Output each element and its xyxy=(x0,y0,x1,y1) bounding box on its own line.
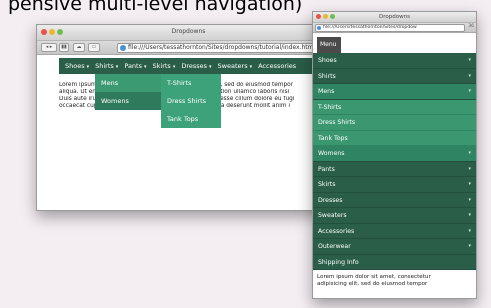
mobile-menu-item-pants[interactable]: Pants ▾ xyxy=(313,162,476,177)
mobile-address-bar-text: file:///Users/tessathornton/Sites/dropdo… xyxy=(323,25,417,30)
mobile-menu-item-label: Shoes xyxy=(318,57,337,64)
nav-item-label: Shirts xyxy=(95,62,114,70)
mobile-menu-bar: Menu xyxy=(313,33,476,53)
mobile-address-bar[interactable]: file:///Users/tessathornton/Sites/dropdo… xyxy=(315,24,465,32)
chevron-down-icon: ▾ xyxy=(468,88,471,94)
share-icon[interactable]: ▭ xyxy=(88,43,100,52)
mobile-window-title: Dropdowns xyxy=(379,14,410,20)
nav-item-label: Pants xyxy=(124,62,142,70)
mobile-menu-item-label: Mens xyxy=(318,88,335,95)
dropdown-item-mens[interactable]: Mens xyxy=(95,74,161,92)
address-bar[interactable]: file:///Users/tessathornton/Sites/dropdo… xyxy=(117,43,335,53)
cloud-icon[interactable]: ☁ xyxy=(73,43,85,52)
dropdown-level-1: Mens Womens xyxy=(95,74,161,110)
desktop-toolbar: ◂ ▸ ▮▮ ☁ ▭ file:///Users/tessathornton/S… xyxy=(37,41,340,55)
mobile-menu-item-skirts[interactable]: Skirts ▾ xyxy=(313,177,476,193)
chevron-down-icon: ▾ xyxy=(468,165,471,172)
nav-item-accessories[interactable]: Accessories xyxy=(258,62,296,70)
chevron-down-icon: ▾ xyxy=(468,196,471,203)
chevron-down-icon: ▾ xyxy=(468,57,471,63)
screenshot: pensive multi-level navigation) Dropdown… xyxy=(0,0,491,308)
mobile-menu-item-label: Sweaters xyxy=(318,212,347,219)
desktop-window-title: Dropdowns xyxy=(171,28,206,35)
mobile-menu-list: Shoes ▾ Shirts ▾ Mens ▾ T-Shirts Dress Shirts Ta… xyxy=(313,53,476,270)
mobile-menu-item-mens[interactable]: Mens ▾ xyxy=(313,84,476,100)
mobile-menu-item-accessories[interactable]: Accessories ▾ xyxy=(313,224,476,239)
mobile-menu-item-shoes[interactable]: Shoes ▾ xyxy=(313,53,476,69)
chevron-down-icon: ▾ xyxy=(468,150,471,156)
mobile-browser-window: Dropdowns file:///Users/tessathornton/Si… xyxy=(312,11,477,299)
nav-item-sweaters[interactable]: Sweaters ▾ xyxy=(218,62,253,70)
mobile-menu-item-label: Womens xyxy=(318,150,345,157)
nav-item-label: Dresses xyxy=(181,62,208,70)
menu-button[interactable]: Menu xyxy=(317,37,341,53)
chevron-down-icon: ▾ xyxy=(468,227,471,234)
nav-item-shirts[interactable]: Shirts ▾ xyxy=(95,62,118,70)
mobile-menu-item-label: Dresses xyxy=(318,196,343,204)
nav-item-pants[interactable]: Pants ▾ xyxy=(124,62,146,70)
chevron-down-icon: ▾ xyxy=(468,212,471,218)
mobile-menu-item-label: Tank Tops xyxy=(318,134,348,142)
chevron-down-icon: ▾ xyxy=(115,64,119,70)
mobile-menu-item-t-shirts[interactable]: T-Shirts xyxy=(313,99,476,115)
mobile-menu-item-tank-tops[interactable]: Tank Tops xyxy=(313,130,476,146)
mobile-menu-item-label: Accessories xyxy=(318,227,355,235)
dropdown-item-dress-shirts[interactable]: Dress Shirts xyxy=(161,92,221,110)
mobile-menu-item-label: Outerwear xyxy=(318,243,351,250)
mobile-paragraph: Lorem ipsum dolor sit amet, consectetur a… xyxy=(313,270,476,288)
chevron-down-icon: ▾ xyxy=(172,64,176,70)
nav-item-label: Accessories xyxy=(258,62,297,70)
chevron-down-icon: ▾ xyxy=(468,181,471,187)
mobile-menu-item-dress-shirts[interactable]: Dress Shirts xyxy=(313,115,476,131)
nav-item-shoes[interactable]: Shoes ▾ xyxy=(65,62,89,70)
nav-item-label: Shoes xyxy=(65,62,85,70)
globe-icon xyxy=(317,26,321,30)
dropdown-item-womens[interactable]: Womens xyxy=(95,92,161,110)
dropdown-level-2: T-Shirts Dress Shirts Tank Tops xyxy=(161,74,221,128)
mobile-menu-item-label: Pants xyxy=(318,165,335,173)
zoom-level: 36 xyxy=(468,24,474,29)
chevron-down-icon: ▾ xyxy=(86,64,90,70)
chevron-down-icon: ▾ xyxy=(143,64,147,70)
mobile-menu-item-outerwear[interactable]: Outerwear ▾ xyxy=(313,239,476,255)
mobile-menu-item-sweaters[interactable]: Sweaters ▾ xyxy=(313,208,476,224)
mobile-menu-item-label: Shipping Info xyxy=(318,258,359,266)
mobile-menu-item-label: Skirts xyxy=(318,181,336,188)
chevron-down-icon: ▾ xyxy=(468,243,471,249)
nav-item-label: Skirts xyxy=(152,62,171,70)
desktop-titlebar: Dropdowns xyxy=(37,25,340,41)
address-bar-text: file:///Users/tessathornton/Sites/dropdo… xyxy=(128,44,316,51)
back-forward-button[interactable]: ◂ ▸ xyxy=(41,43,57,52)
bookmarks-icon[interactable]: ▮▮ xyxy=(59,43,69,52)
mobile-menu-item-shipping-info[interactable]: Shipping Info xyxy=(313,255,476,270)
mobile-menu-item-label: T-Shirts xyxy=(318,103,342,111)
chevron-down-icon: ▾ xyxy=(468,72,471,79)
nav-item-label: Sweaters xyxy=(217,62,248,70)
mobile-menu-item-label: Shirts xyxy=(318,72,336,80)
dropdown-item-tank-tops[interactable]: Tank Tops xyxy=(161,110,221,128)
mobile-menu-item-womens[interactable]: Womens ▾ xyxy=(313,146,476,162)
mobile-menu-item-label: Dress Shirts xyxy=(318,119,356,126)
nav-item-skirts[interactable]: Skirts ▾ xyxy=(153,62,176,70)
desktop-nav-bar: Shoes ▾ Shirts ▾ Pants ▾ Skirts ▾ Dresses ▾ Sweate… xyxy=(59,58,329,74)
globe-icon xyxy=(120,45,126,51)
dropdown-item-t-shirts[interactable]: T-Shirts xyxy=(161,74,221,92)
mobile-toolbar: file:///Users/tessathornton/Sites/dropdo… xyxy=(313,23,476,33)
chevron-down-icon: ▾ xyxy=(249,64,253,70)
chevron-down-icon: ▾ xyxy=(209,64,212,70)
desktop-browser-window: Dropdowns ◂ ▸ ▮▮ ☁ ▭ file:///Users/tessa… xyxy=(36,24,341,211)
nav-item-dresses[interactable]: Dresses ▾ xyxy=(181,62,211,70)
paragraph-line: Lorem ipsum dolor sit amet, consectetur xyxy=(317,274,431,280)
mobile-menu-item-dresses[interactable]: Dresses ▾ xyxy=(313,193,476,208)
mobile-titlebar: Dropdowns xyxy=(313,12,476,23)
mobile-menu-item-shirts[interactable]: Shirts ▾ xyxy=(313,69,476,84)
paragraph-line: adipisicing elit, sed do eiusmod tempor xyxy=(317,281,428,287)
